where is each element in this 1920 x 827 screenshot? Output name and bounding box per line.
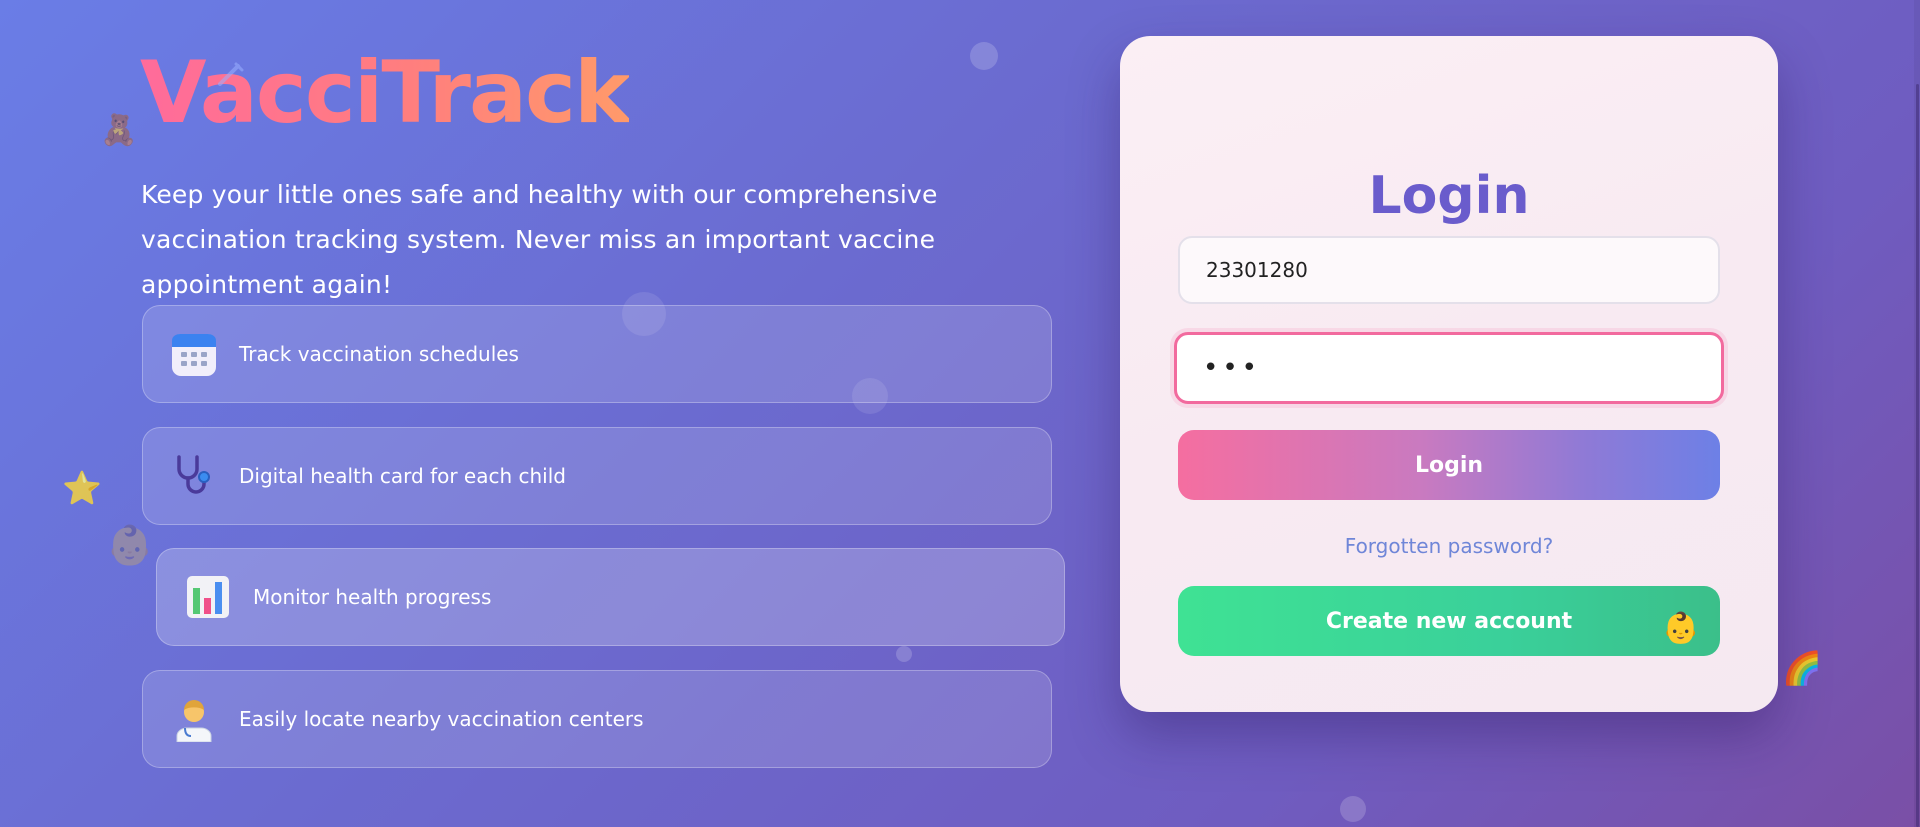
password-input[interactable] <box>1174 332 1724 404</box>
background-bubble <box>1340 796 1366 822</box>
login-button[interactable]: Login <box>1178 430 1720 500</box>
feature-label: Easily locate nearby vaccination centers <box>239 707 644 731</box>
feature-label: Digital health card for each child <box>239 464 566 488</box>
username-input[interactable] <box>1178 236 1720 304</box>
health-worker-icon <box>171 696 217 742</box>
rainbow-icon: 🌈 <box>1782 649 1822 687</box>
teddy-bear-icon: 🧸 <box>100 113 138 148</box>
baby-face-icon: 👶 <box>106 523 154 567</box>
background-bubble <box>970 42 998 70</box>
background-bubble <box>896 646 912 662</box>
feature-card-progress[interactable]: Monitor health progress <box>156 548 1065 646</box>
scrollbar-thumb[interactable] <box>1916 84 1919 827</box>
syringe-icon <box>218 62 244 86</box>
feature-card-health-card[interactable]: Digital health card for each child <box>142 427 1052 525</box>
baby-icon: 👶 <box>1662 611 1700 646</box>
login-title: Login <box>1368 166 1530 226</box>
stethoscope-icon <box>171 453 217 499</box>
page-scrollbar[interactable] <box>1914 0 1920 827</box>
feature-label: Monitor health progress <box>253 585 492 609</box>
feature-card-centers[interactable]: Easily locate nearby vaccination centers <box>142 670 1052 768</box>
create-account-button[interactable]: Create new account <box>1178 586 1720 656</box>
forgot-password-link[interactable]: Forgotten password? <box>1120 534 1778 558</box>
feature-card-schedules[interactable]: Track vaccination schedules <box>142 305 1052 403</box>
star-icon: ⭐ <box>62 469 102 507</box>
brand-logo: VacciTrack <box>140 43 631 143</box>
bar-chart-icon <box>185 574 231 620</box>
feature-label: Track vaccination schedules <box>239 342 519 366</box>
tagline: Keep your little ones safe and healthy w… <box>141 180 938 299</box>
calendar-icon <box>171 331 217 377</box>
login-card: Login Login Forgotten password? Create n… <box>1120 36 1778 712</box>
